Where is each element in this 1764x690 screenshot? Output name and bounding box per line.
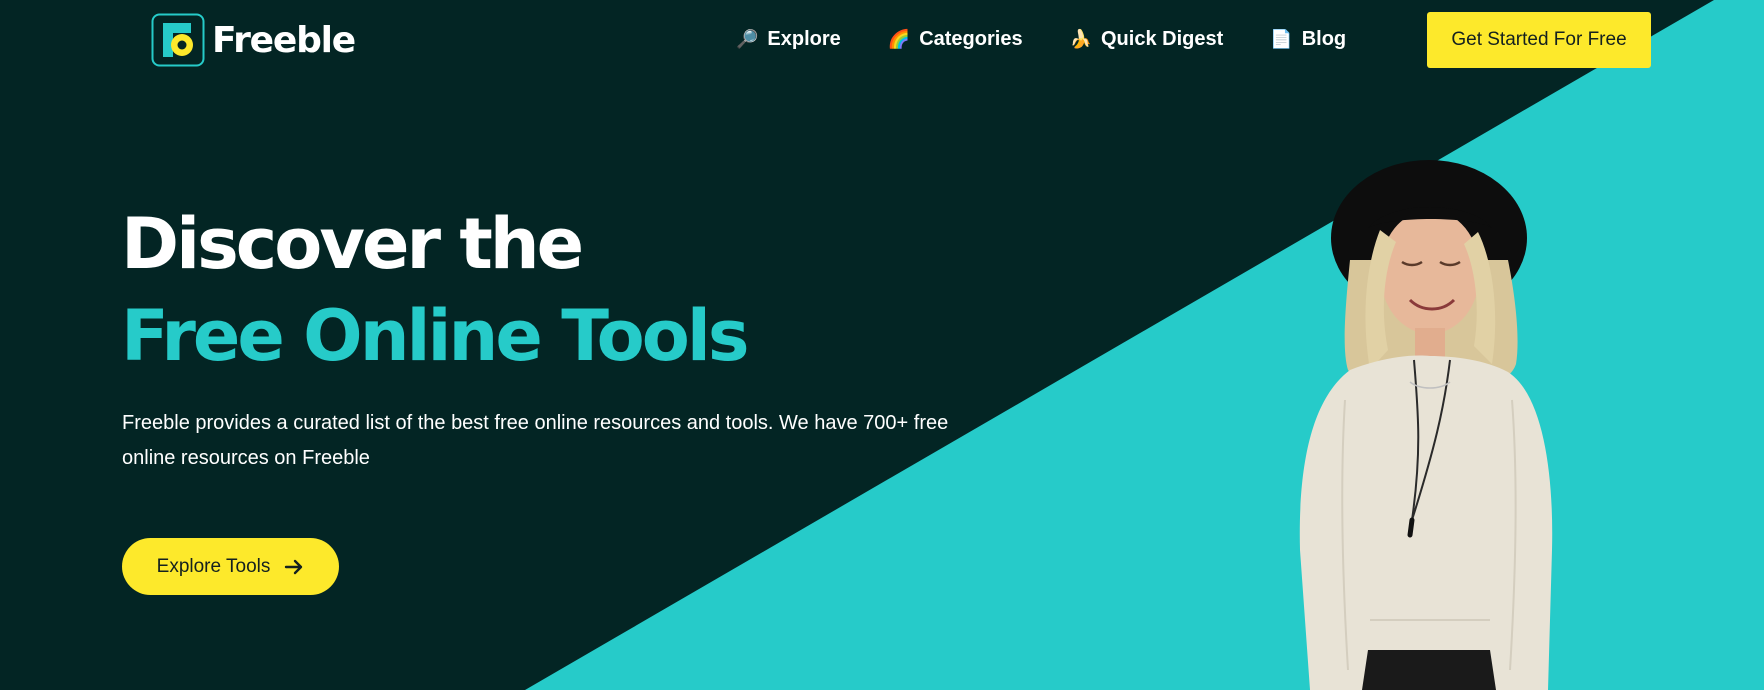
nav-item-explore[interactable]: 🔎 Explore: [736, 23, 841, 55]
rainbow-icon: 🌈: [887, 28, 911, 50]
banana-icon: 🍌: [1069, 28, 1092, 50]
nav-item-blog[interactable]: 📄 Blog: [1270, 23, 1346, 55]
main-nav: 🔎 Explore 🌈 Categories 🍌 Quick Digest 📄 …: [736, 23, 1346, 55]
freeble-logo-icon: [151, 13, 205, 67]
document-icon: 📄: [1270, 28, 1293, 50]
brand-logo[interactable]: Freeble: [151, 13, 356, 67]
explore-tools-label: Explore Tools: [156, 555, 271, 577]
hero-person-illustration: [1299, 160, 1553, 690]
hero-title-line2: Free Online Tools: [121, 295, 749, 377]
nav-item-categories[interactable]: 🌈 Categories: [888, 23, 1023, 55]
nav-item-label: Categories: [919, 27, 1023, 50]
get-started-button[interactable]: Get Started For Free: [1427, 12, 1651, 68]
nav-item-label: Explore: [767, 27, 841, 50]
nav-item-quick-digest[interactable]: 🍌 Quick Digest: [1070, 23, 1224, 55]
hero-title-line1: Discover the: [121, 203, 584, 285]
magnifier-icon: 🔎: [736, 28, 759, 50]
nav-item-label: Blog: [1301, 27, 1347, 50]
brand-name: Freeble: [212, 19, 356, 61]
hero-description: Freeble provides a curated list of the b…: [122, 412, 949, 469]
nav-item-label: Quick Digest: [1101, 27, 1224, 50]
hero-title: Discover the Free Online Tools: [121, 198, 749, 382]
explore-tools-button[interactable]: Explore Tools: [122, 538, 339, 595]
arrow-right-icon: [285, 559, 303, 574]
